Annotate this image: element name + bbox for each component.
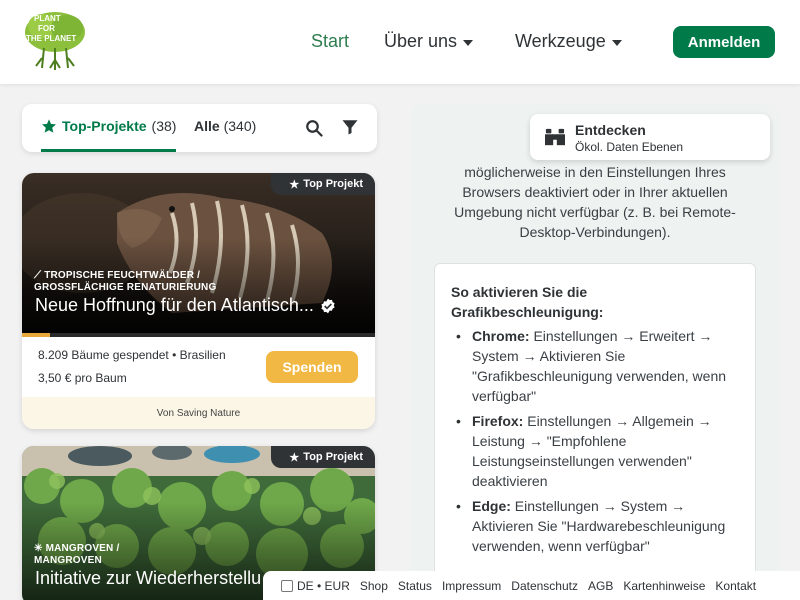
chevron-down-icon <box>463 39 474 46</box>
star-icon: ★ <box>289 451 300 464</box>
project-category: ✳ MANGROVEN / MANGROVEN <box>34 543 119 567</box>
browser-name: Chrome: <box>472 328 530 344</box>
category-line: MANGROVEN <box>34 555 102 566</box>
list-item: Firefox: Einstellungen → Allgemein → Lei… <box>453 411 743 491</box>
price-per-tree: 3,50 € pro Baum <box>38 371 127 385</box>
graphics-acceleration-instructions: So aktivieren Sie die Grafikbeschleunigu… <box>434 263 756 583</box>
badge-label: Top Projekt <box>303 451 363 463</box>
project-title[interactable]: Initiative zur Wiederherstellu <box>35 568 261 589</box>
explore-subtitle: Ökol. Daten Ebenen <box>575 140 684 154</box>
project-tabs: Top-Projekte (38) Alle (340) <box>22 104 377 152</box>
funding-progress-bar <box>22 333 375 337</box>
nav-about[interactable]: Über uns <box>384 31 474 52</box>
binoculars-icon <box>545 128 565 146</box>
footer-link-map-notes[interactable]: Kartenhinweise <box>623 579 705 593</box>
nav-about-label: Über uns <box>384 31 458 51</box>
list-item: Chrome: Einstellungen → Erweitert → Syst… <box>453 326 743 406</box>
footer-link-status[interactable]: Status <box>398 579 432 593</box>
chevron-down-icon <box>611 39 622 46</box>
nav-tools-label: Werkzeuge <box>515 31 606 51</box>
tab-top-projects[interactable]: Top-Projekte (38) <box>41 118 176 134</box>
language-icon <box>281 579 293 592</box>
footer-link-shop[interactable]: Shop <box>360 579 388 593</box>
browser-name: Firefox: <box>472 413 524 429</box>
browser-name: Edge: <box>472 498 511 514</box>
leaf-icon: ✳ <box>34 543 46 554</box>
footer-link-privacy[interactable]: Datenschutz <box>511 579 578 593</box>
tab-top-projects-label: Top-Projekte <box>62 118 147 134</box>
funding-progress-fill <box>22 333 51 337</box>
locale-selector[interactable]: DE • EUR <box>297 579 350 593</box>
category-line: GROSSFLÄCHIGE RENATURIERUNG <box>34 282 217 293</box>
footer-link-terms[interactable]: AGB <box>588 579 613 593</box>
tab-all-count: (340) <box>223 118 257 134</box>
footer-link-contact[interactable]: Kontakt <box>715 579 756 593</box>
project-title-text: Neue Hoffnung für den Atlantisch... <box>35 295 314 315</box>
login-button[interactable]: Anmelden <box>673 26 775 58</box>
filter-icon[interactable] <box>341 118 359 136</box>
warning-line: Umgebung nicht verfügbar (z. B. bei Remo… <box>454 204 736 220</box>
instructions-list: Chrome: Einstellungen → Erweitert → Syst… <box>453 326 743 561</box>
star-icon <box>42 119 56 133</box>
project-category: ⟋ TROPISCHE FEUCHTWÄLDER / GROSSFLÄCHIGE… <box>34 270 216 294</box>
plant-for-the-planet-logo[interactable]: PLANT FOR THE PLANET <box>22 8 88 72</box>
leaf-icon: ⟋ <box>34 270 45 281</box>
instructions-title: So aktivieren Sie die Grafikbeschleunigu… <box>451 284 604 320</box>
footer-link-imprint[interactable]: Impressum <box>442 579 501 593</box>
project-title[interactable]: Neue Hoffnung für den Atlantisch... <box>35 295 336 316</box>
explore-title: Entdecken <box>575 122 646 138</box>
project-card[interactable]: ★ Top Projekt ⟋ TROPISCHE FEUCHTWÄLDER /… <box>22 173 375 429</box>
site-footer: DE • EUR Shop Status Impressum Datenschu… <box>263 571 800 600</box>
instruction-text: Einstellungen → System → Aktivieren Sie … <box>472 498 726 554</box>
tab-all-projects[interactable]: Alle (340) <box>194 118 256 134</box>
svg-text:FOR: FOR <box>38 24 55 33</box>
warning-line: möglicherweise in den Einstellungen Ihre… <box>464 164 726 180</box>
svg-text:PLANT: PLANT <box>34 14 61 23</box>
site-header: PLANT FOR THE PLANET Start Über uns Werk… <box>0 0 800 84</box>
explore-layers-button[interactable]: Entdecken Ökol. Daten Ebenen <box>530 114 770 160</box>
project-title-text: Initiative zur Wiederherstellu <box>35 568 262 588</box>
tab-top-projects-count: (38) <box>151 118 177 134</box>
top-project-badge: ★ Top Projekt <box>271 173 375 195</box>
warning-line: Browsers deaktiviert oder in Ihrer aktue… <box>462 184 728 200</box>
verified-icon <box>321 298 335 313</box>
warning-line: Desktop-Verbindungen). <box>519 224 671 240</box>
list-item: Edge: Einstellungen → System → Aktiviere… <box>453 496 743 556</box>
top-project-badge: ★ Top Projekt <box>271 446 375 468</box>
donate-button[interactable]: Spenden <box>266 351 358 383</box>
nav-tools[interactable]: Werkzeuge <box>515 31 622 52</box>
svg-text:THE PLANET: THE PLANET <box>26 34 76 43</box>
category-line: TROPISCHE FEUCHTWÄLDER / <box>44 270 201 281</box>
active-tab-indicator <box>41 149 176 152</box>
trees-donated: 8.209 Bäume gespendet • Brasilien <box>38 348 226 362</box>
star-icon: ★ <box>289 178 300 191</box>
nav-start[interactable]: Start <box>311 31 349 52</box>
tab-all-label: Alle <box>194 118 220 134</box>
search-icon[interactable] <box>305 119 323 137</box>
badge-label: Top Projekt <box>303 178 363 190</box>
category-line: MANGROVEN / <box>45 543 120 554</box>
project-organisation[interactable]: Von Saving Nature <box>22 397 375 429</box>
